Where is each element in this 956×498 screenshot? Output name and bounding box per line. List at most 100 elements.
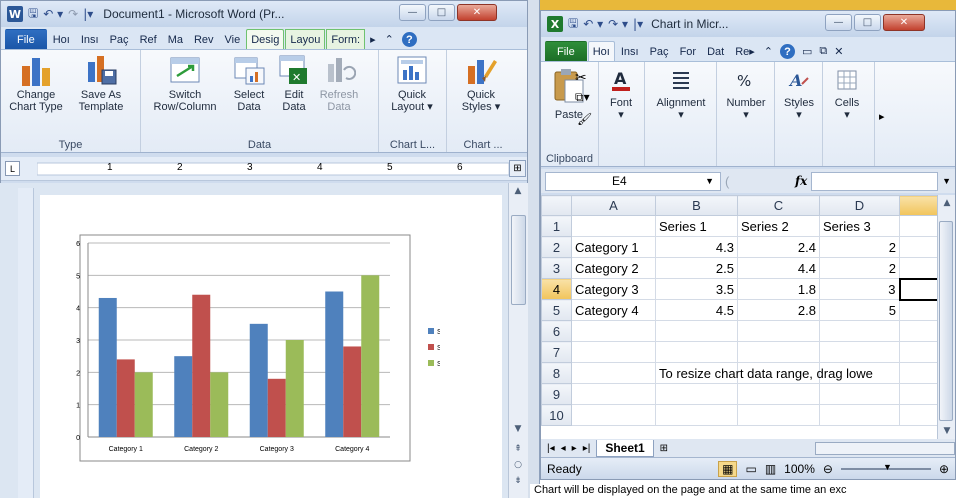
tab-mailings[interactable]: Ma (163, 29, 188, 49)
switch-row-column-button[interactable]: Switch Row/Column (145, 54, 225, 138)
tab-view[interactable]: Vie (220, 29, 246, 49)
cell[interactable] (899, 341, 937, 363)
excel-tab-formulas[interactable]: For (675, 41, 702, 61)
cells-button[interactable]: Cells ▾ (827, 66, 867, 121)
tab-file[interactable]: File (5, 29, 47, 49)
cell[interactable] (655, 404, 738, 426)
save-as-template-button[interactable]: Save As Template (70, 54, 132, 138)
row-header[interactable]: 6 (541, 320, 572, 342)
cell[interactable]: 5 (819, 299, 900, 321)
row-header[interactable]: 10 (541, 404, 572, 426)
column-header-e[interactable] (899, 195, 937, 216)
cell[interactable] (571, 215, 656, 237)
cell[interactable] (819, 320, 900, 342)
excel-vertical-scrollbar[interactable]: ▲ ▼ (937, 195, 955, 439)
workbook-minimize-icon[interactable]: ▭ (799, 41, 815, 61)
cell[interactable] (571, 383, 656, 405)
page-layout-view-icon[interactable]: ▭ (745, 462, 756, 476)
cell[interactable] (899, 236, 937, 258)
help-icon[interactable]: ? (399, 29, 420, 49)
row-header[interactable]: 5 (541, 299, 572, 321)
scroll-up-icon[interactable]: ▲ (509, 183, 527, 199)
cell[interactable] (899, 383, 937, 405)
cell[interactable]: 2.5 (655, 257, 738, 279)
sheet-nav-first-icon[interactable]: |◂ (547, 443, 555, 454)
excel-close-button[interactable]: ✕ (883, 14, 925, 31)
tab-review[interactable]: Rev (189, 29, 219, 49)
format-painter-icon[interactable]: 🖌 (577, 112, 592, 126)
redo-icon[interactable]: ↷ (68, 7, 78, 21)
save-icon[interactable]: 🖫 (28, 4, 38, 25)
cell[interactable]: 1.8 (737, 278, 820, 300)
cell[interactable]: Category 3 (571, 278, 656, 300)
select-data-button[interactable]: Select Data (228, 54, 270, 138)
cell[interactable]: Series 1 (655, 215, 738, 237)
cell[interactable] (899, 215, 937, 237)
expand-formula-bar-icon[interactable]: ▼ (942, 176, 951, 186)
row-header[interactable]: 2 (541, 236, 572, 258)
tab-references[interactable]: Ref (135, 29, 162, 49)
cell[interactable]: 3.5 (655, 278, 738, 300)
cut-icon[interactable]: ✂ (575, 70, 587, 86)
close-button[interactable]: ✕ (457, 4, 497, 21)
cell[interactable] (655, 341, 738, 363)
word-vertical-scrollbar[interactable]: ▲ ▼ ⇞ ○ ⇟ (508, 183, 528, 498)
previous-page-icon[interactable]: ⇞ (509, 441, 527, 457)
cell[interactable]: Series 3 (819, 215, 900, 237)
cell[interactable] (655, 320, 738, 342)
cell[interactable] (899, 404, 937, 426)
excel-tab-home[interactable]: Hoı (587, 41, 615, 61)
cell[interactable] (737, 341, 820, 363)
cell[interactable] (737, 404, 820, 426)
cell[interactable]: Category 4 (571, 299, 656, 321)
excel-scroll-thumb[interactable] (939, 221, 953, 421)
column-header-c[interactable]: C (737, 195, 820, 216)
maximize-button[interactable]: □ (428, 4, 455, 21)
row-header[interactable]: 4 (541, 278, 572, 300)
styles-button[interactable]: A Styles ▾ (779, 66, 819, 121)
excel-save-icon[interactable]: 🖫 (568, 14, 578, 35)
excel-scroll-up-icon[interactable]: ▲ (938, 195, 956, 211)
customize-qat-icon[interactable]: |▾ (83, 7, 93, 21)
cell[interactable]: 3 (819, 278, 900, 300)
select-browse-object-icon[interactable]: ○ (509, 457, 527, 473)
change-chart-type-button[interactable]: Change Chart Type (5, 54, 67, 138)
sheet-tab-sheet1[interactable]: Sheet1 (596, 439, 654, 457)
tab-scroll-right-icon[interactable]: ▸ (366, 29, 380, 49)
select-all-corner[interactable] (541, 195, 572, 216)
ribbon-more-icon[interactable]: ▸ (875, 62, 901, 166)
cell[interactable] (737, 383, 820, 405)
zoom-level[interactable]: 100% (784, 462, 815, 476)
horizontal-scrollbar[interactable] (815, 441, 955, 455)
font-button[interactable]: A Font ▾ (603, 66, 639, 121)
workbook-close-icon[interactable]: ✕ (831, 41, 846, 61)
cell-table[interactable]: A B C D 1 Series 1 Series 2 Series 3 2 Category 1… (541, 195, 937, 426)
tab-layout[interactable]: Layou (285, 29, 326, 49)
bar-chart[interactable]: 0 1 2 3 4 5 6 Category 1 Category 2 Category 3 Cat… (40, 213, 440, 469)
minimize-ribbon-icon[interactable]: ⌃ (381, 29, 398, 49)
name-box[interactable]: E4 ▼ (545, 171, 721, 191)
quick-layout-button[interactable]: Quick Layout ▾ (383, 54, 441, 138)
quick-styles-button[interactable]: Quick Styles ▾ (451, 54, 511, 138)
next-page-icon[interactable]: ⇟ (509, 473, 527, 489)
cell[interactable]: 4.4 (737, 257, 820, 279)
tab-insert[interactable]: Insı (76, 29, 104, 49)
tab-page-layout[interactable]: Paç (105, 29, 134, 49)
cell[interactable]: 4.5 (655, 299, 738, 321)
row-header[interactable]: 9 (541, 383, 572, 405)
excel-maximize-button[interactable]: □ (854, 14, 881, 31)
cell[interactable] (899, 257, 937, 279)
cell[interactable] (899, 320, 937, 342)
row-header[interactable]: 7 (541, 341, 572, 363)
sheet-nav-last-icon[interactable]: ▸| (583, 443, 591, 454)
undo-icon[interactable]: ↶ ▾ (43, 7, 63, 21)
cell[interactable] (819, 341, 900, 363)
excel-minimize-button[interactable]: — (825, 14, 852, 31)
workbook-restore-icon[interactable]: ⧉ (816, 41, 830, 61)
page-break-view-icon[interactable]: ▥ (765, 462, 776, 476)
zoom-out-icon[interactable]: ⊖ (823, 462, 833, 476)
cell[interactable]: 2 (819, 257, 900, 279)
excel-minimize-ribbon-icon[interactable]: ⌃ (761, 41, 776, 61)
zoom-in-icon[interactable]: ⊕ (939, 462, 949, 476)
scroll-down-icon[interactable]: ▼ (509, 421, 527, 437)
